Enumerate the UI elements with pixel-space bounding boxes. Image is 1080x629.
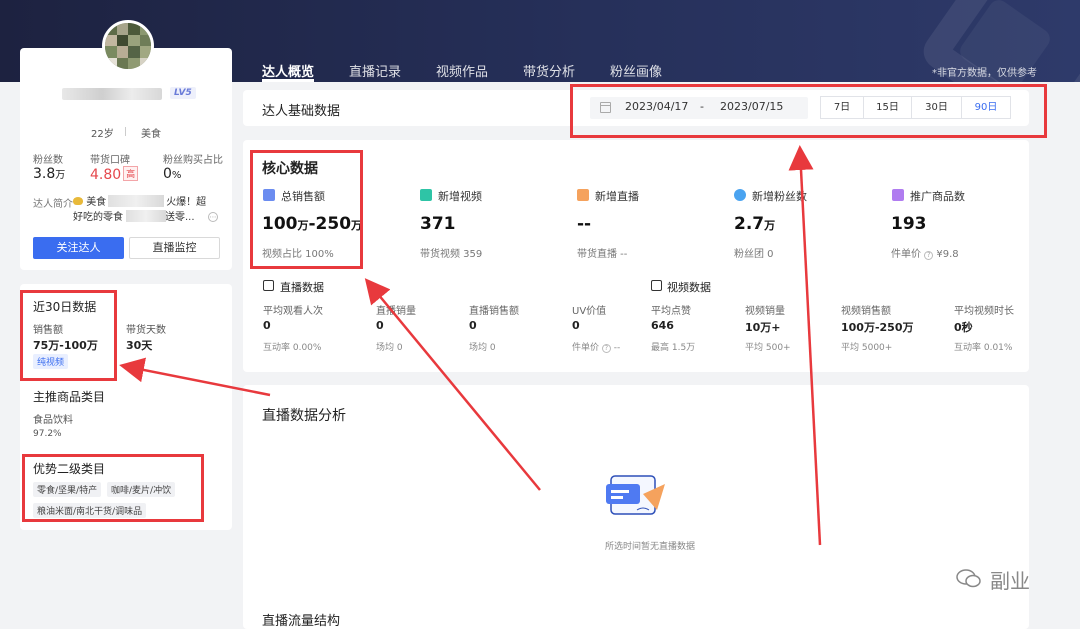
wechat-icon — [956, 569, 981, 588]
annotation-arrows — [119, 145, 822, 546]
watermark-text: 副业 — [990, 569, 1030, 593]
